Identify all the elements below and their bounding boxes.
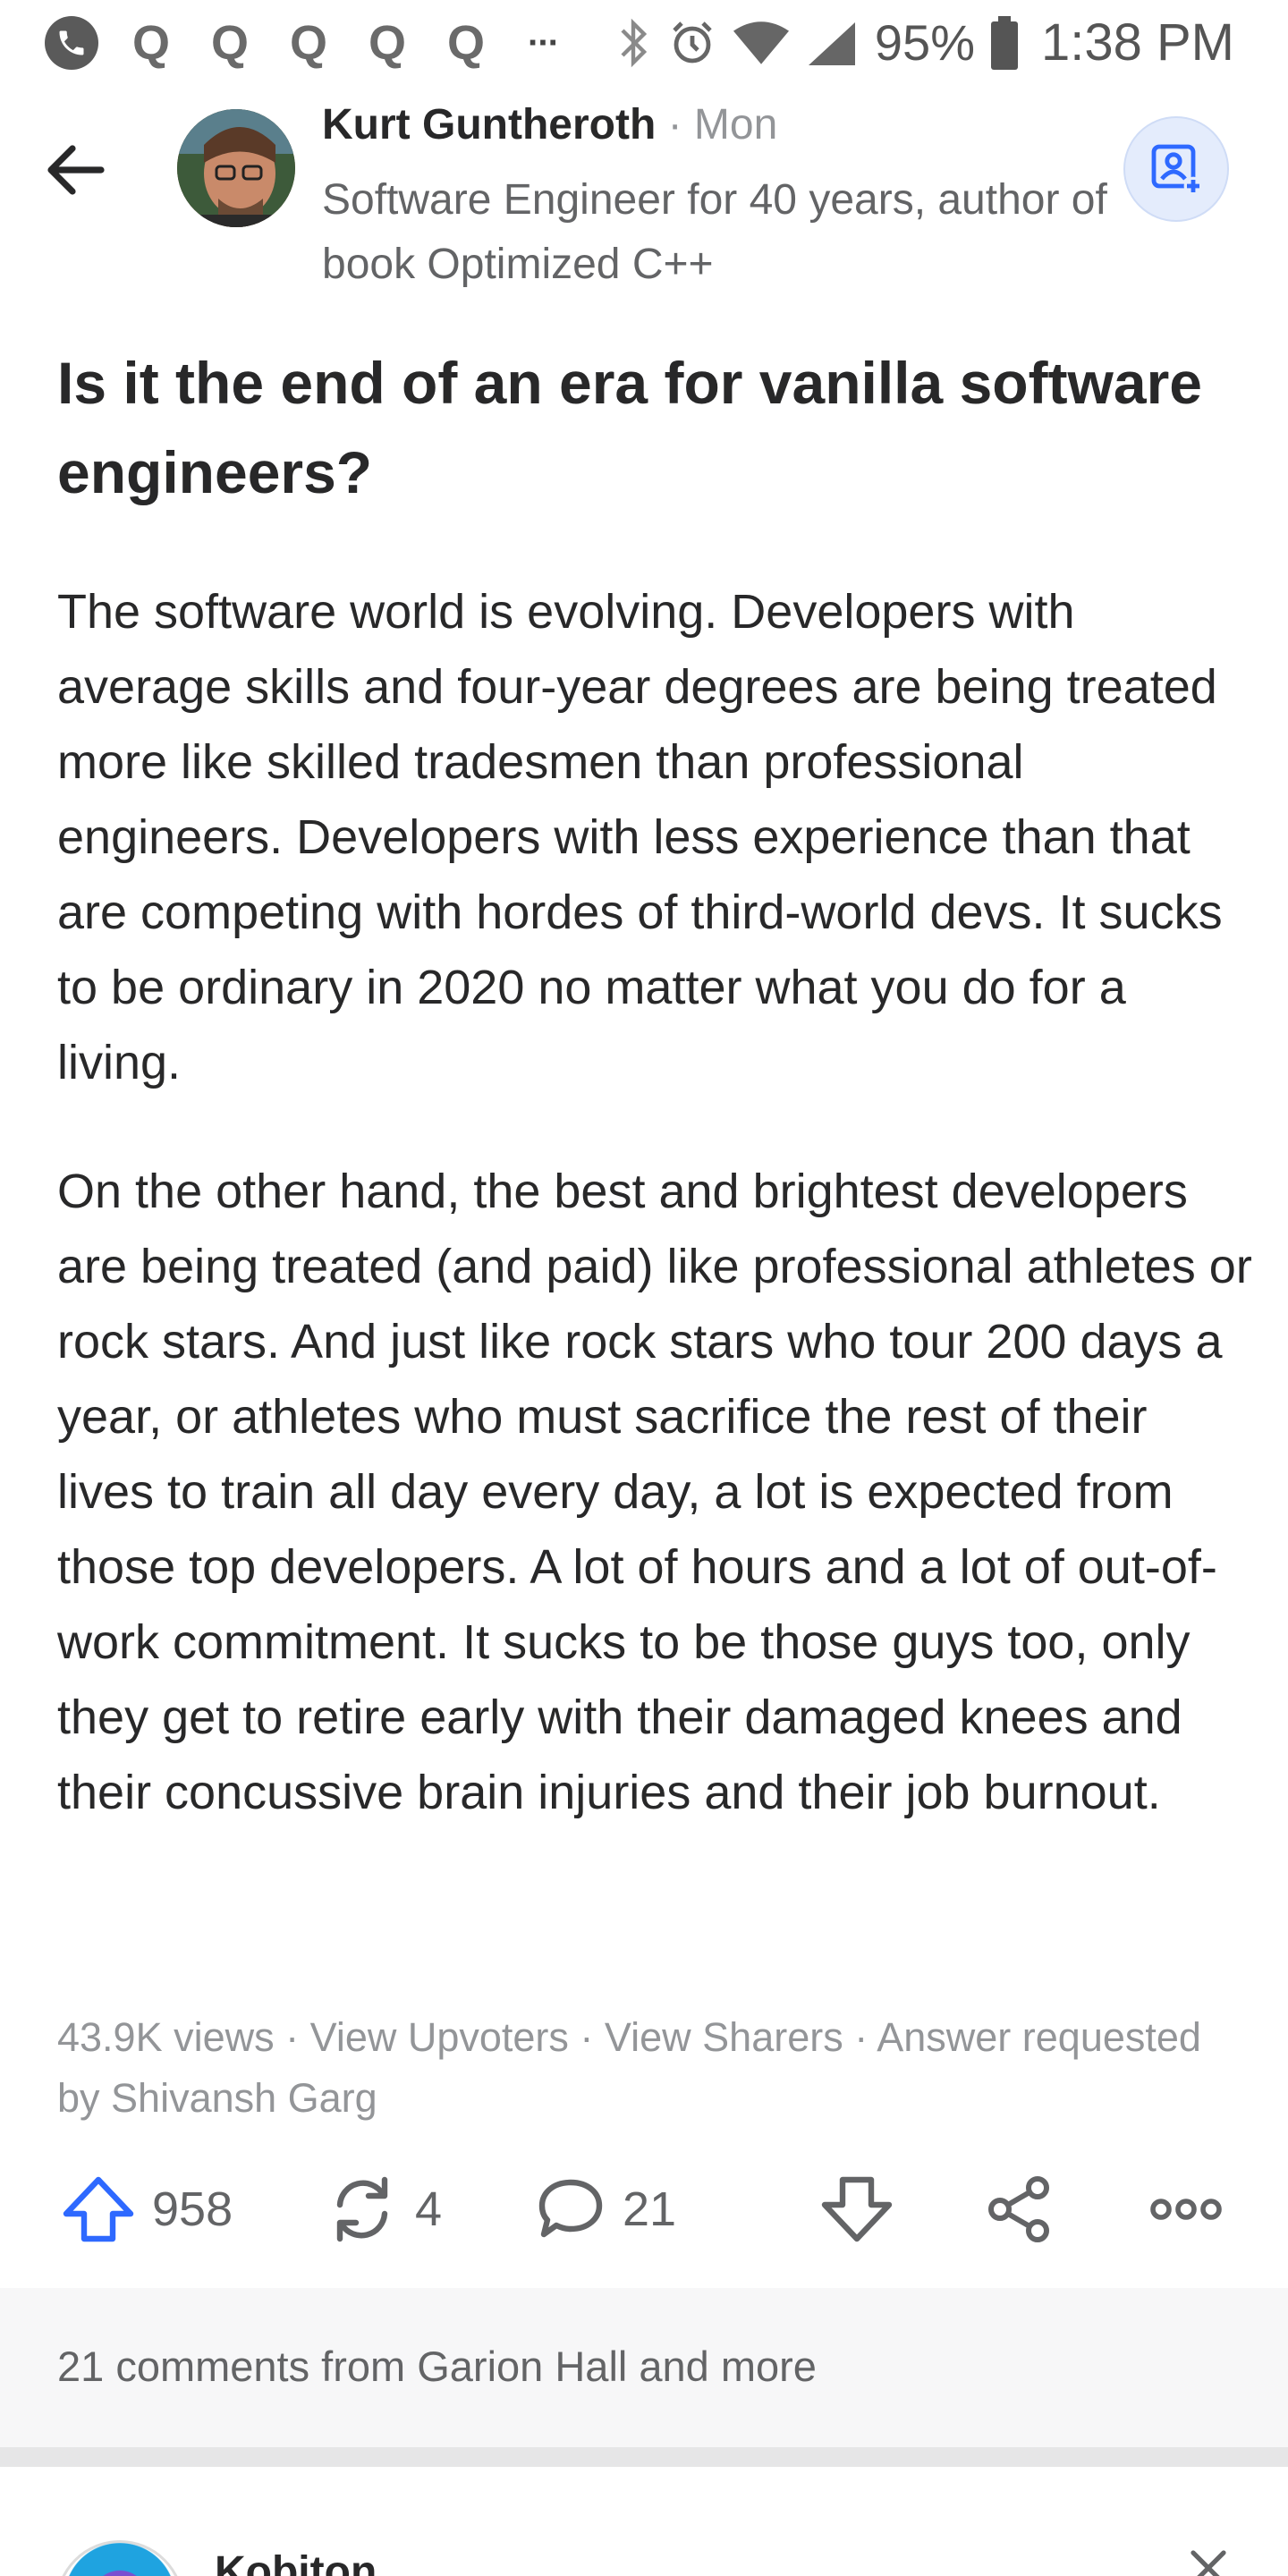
quora-notification-icon: Q: [131, 16, 170, 70]
answer-body: The software world is evolving. Develope…: [57, 574, 1256, 1830]
bluetooth-icon: [621, 18, 648, 67]
upvote-icon: [63, 2176, 134, 2242]
add-person-icon: [1151, 144, 1203, 196]
more-notifications-icon: ···: [528, 22, 560, 63]
quora-notification-icon: Q: [210, 16, 249, 70]
comments-preview[interactable]: 21 comments from Garion Hall and more: [0, 2288, 1288, 2467]
system-icons: 95% 1:38 PM: [615, 13, 1234, 72]
author-avatar[interactable]: [177, 109, 295, 227]
next-item-avatar[interactable]: [55, 2540, 184, 2576]
view-sharers-link[interactable]: View Sharers: [605, 2014, 843, 2060]
comment-icon: [538, 2179, 603, 2238]
comment-button[interactable]: 21: [535, 2165, 676, 2254]
wifi-icon: [733, 21, 789, 64]
clock: 1:38 PM: [1041, 13, 1234, 72]
battery-icon: [991, 15, 1018, 70]
answer-paragraph: On the other hand, the best and brightes…: [57, 1165, 1252, 1819]
avatar-photo: [177, 109, 295, 227]
comment-count: 21: [623, 2182, 677, 2236]
notification-icons: Q Q Q Q Q ···: [45, 16, 560, 70]
quora-notification-icon: Q: [289, 16, 327, 70]
battery-percent: 95%: [874, 14, 975, 71]
follow-author-button[interactable]: [1123, 116, 1229, 222]
reshare-icon: [336, 2176, 388, 2242]
author-name[interactable]: Kurt Guntheroth: [322, 101, 656, 148]
alarm-icon: [673, 21, 712, 63]
reshare-button[interactable]: 4: [326, 2165, 442, 2254]
action-bar: 958 4 21: [0, 2165, 1288, 2254]
share-icon: [988, 2176, 1049, 2242]
comments-preview-text: 21 comments from Garion Hall and more: [57, 2343, 817, 2390]
question-title[interactable]: Is it the end of an era for vanilla soft…: [57, 338, 1238, 517]
signal-icon: [808, 21, 855, 65]
view-count: 43.9K views: [57, 2014, 275, 2060]
downvote-icon: [821, 2176, 893, 2242]
answer-meta: 43.9K views · View Upvoters · View Share…: [57, 2007, 1220, 2129]
upvote-count: 958: [152, 2182, 233, 2236]
view-upvoters-link[interactable]: View Upvoters: [310, 2014, 569, 2060]
upvote-button[interactable]: 958: [61, 2165, 233, 2254]
author-separator: ·: [656, 101, 694, 148]
close-icon[interactable]: [1186, 2546, 1231, 2576]
status-bar: Q Q Q Q Q ··· 95% 1:38 PM: [0, 0, 1288, 86]
phone-icon: [45, 16, 98, 70]
answer-date: Mon: [693, 101, 778, 148]
quora-notification-icon: Q: [368, 16, 406, 70]
quora-notification-icon: Q: [446, 16, 485, 70]
meta-separator: ·: [568, 2014, 605, 2060]
meta-separator: ·: [274, 2014, 310, 2060]
reshare-count: 4: [415, 2182, 443, 2236]
more-horizontal-icon: [1150, 2199, 1222, 2220]
downvote-button[interactable]: [819, 2165, 894, 2254]
author-credential: Software Engineer for 40 years, author o…: [322, 176, 1107, 288]
more-options-button[interactable]: [1148, 2165, 1224, 2254]
meta-separator: ·: [843, 2014, 877, 2060]
author-line: Kurt Guntheroth · Mon: [322, 100, 777, 149]
back-button[interactable]: [39, 134, 111, 206]
answer-paragraph: The software world is evolving. Develope…: [57, 585, 1223, 1089]
share-button[interactable]: [984, 2165, 1055, 2254]
arrow-left-icon: [47, 145, 105, 195]
next-item-name[interactable]: Kobiton: [215, 2547, 377, 2576]
